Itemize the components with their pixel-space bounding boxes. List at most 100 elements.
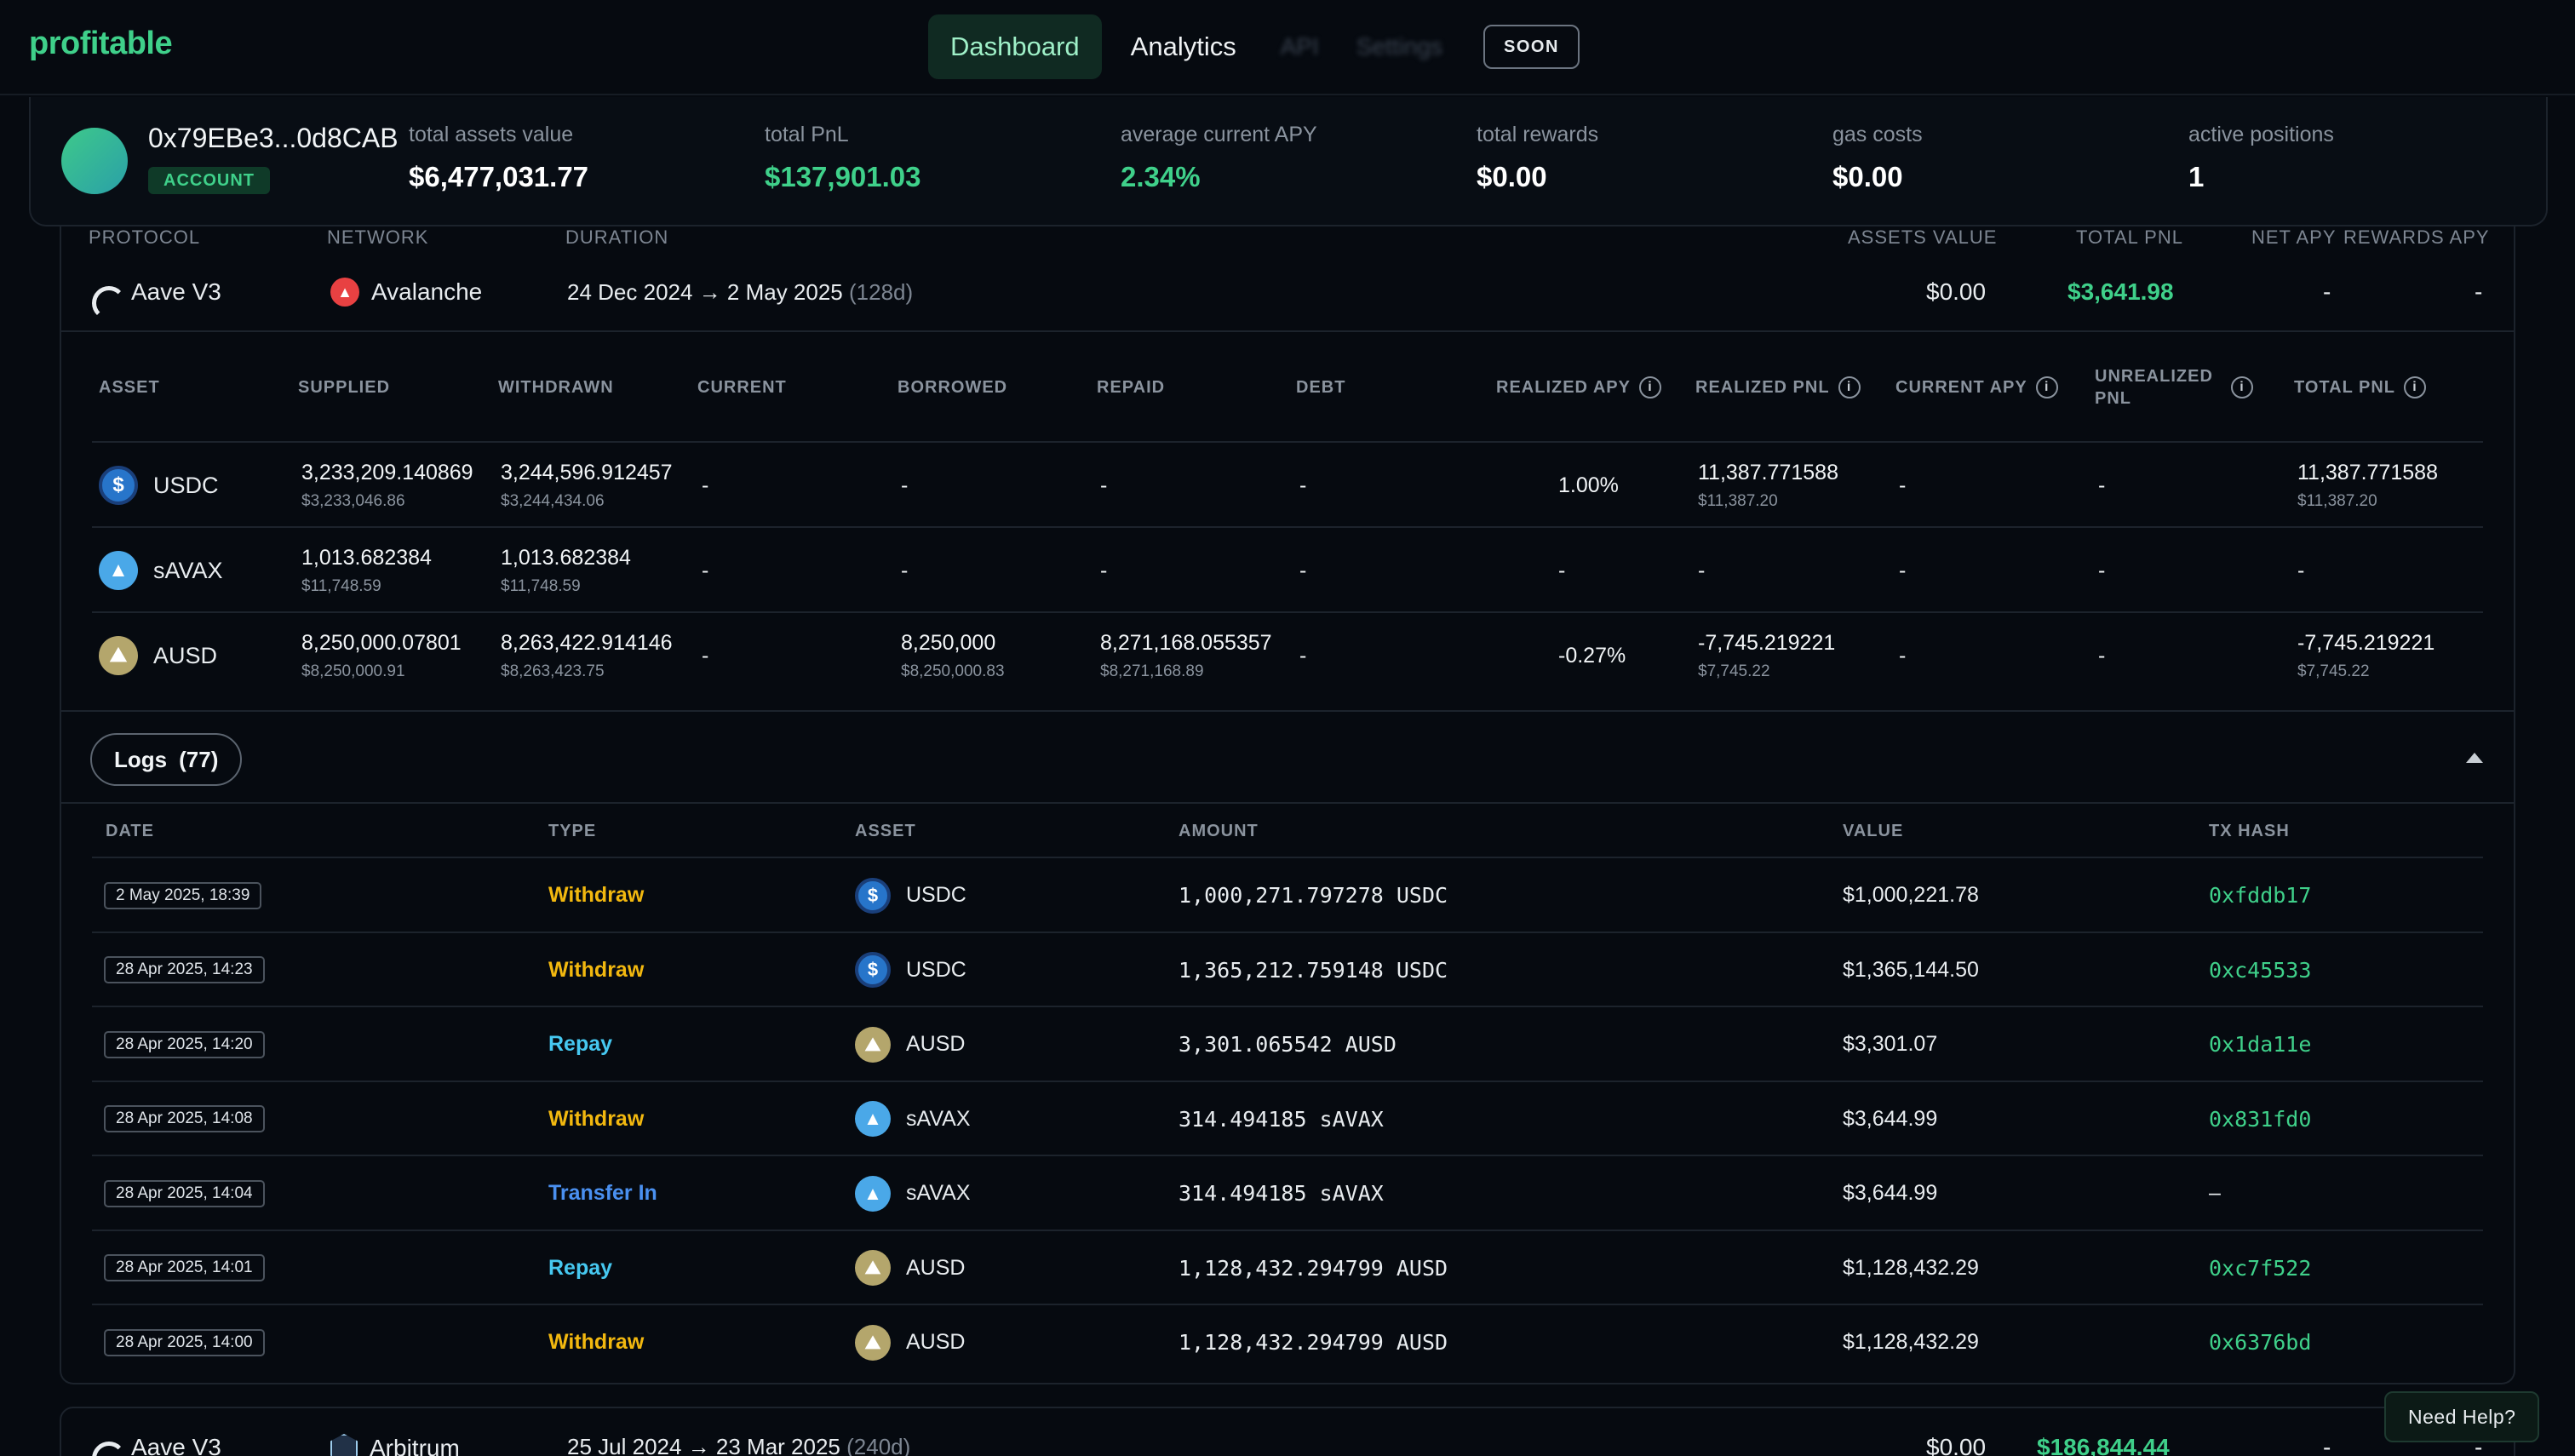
- log-row: 28 Apr 2025, 14:20 Repay ⛰ AUSD 3,301.065…: [92, 1007, 2483, 1082]
- col-protocol: PROTOCOL: [89, 226, 201, 248]
- log-type: Withdraw: [548, 883, 645, 907]
- tab-dashboard[interactable]: Dashboard: [928, 14, 1102, 79]
- chevron-up-icon[interactable]: [2466, 753, 2483, 763]
- position-total-pnl: $186,844.44: [2037, 1434, 2170, 1456]
- position-net-apy: -: [2323, 1434, 2331, 1456]
- duration-days: (128d): [849, 278, 914, 305]
- position-total-pnl: $3,641.98: [2067, 278, 2174, 305]
- supplied-usd: $8,250,000.91: [301, 662, 405, 680]
- withdrawn-amount: 1,013.682384: [501, 545, 631, 570]
- log-row: 2 May 2025, 18:39 Withdraw $ USDC 1,000,2…: [92, 858, 2483, 933]
- col-asset: ASSET: [99, 377, 160, 397]
- log-date: 28 Apr 2025, 14:08: [104, 1105, 265, 1132]
- unrealized-pnl: -: [2098, 643, 2106, 668]
- account-address[interactable]: 0x79EBe3...0d8CAB: [148, 123, 399, 154]
- savax-icon: ▲: [855, 1101, 891, 1137]
- log-tx-hash-link[interactable]: 0xfddb17: [2209, 858, 2311, 932]
- current-apy: -: [1899, 473, 1907, 497]
- soon-badge: SOON: [1483, 25, 1580, 69]
- current-amount: -: [702, 473, 709, 497]
- protocol-name: Aave V3: [131, 278, 221, 305]
- position-rewards-apy: -: [2475, 278, 2483, 305]
- log-tx-hash-link[interactable]: 0x1da11e: [2209, 1007, 2311, 1081]
- unrealized-pnl: -: [2098, 473, 2106, 497]
- asset-cell: ⛰ AUSD: [99, 613, 217, 698]
- position-network: Arbitrum: [330, 1434, 460, 1456]
- info-icon[interactable]: i: [2404, 376, 2426, 398]
- logs-label: Logs: [114, 746, 168, 772]
- realized-apy-cell: -0.27%: [1558, 613, 1626, 698]
- repaid-usd: $8,271,168.89: [1100, 662, 1204, 680]
- log-asset: USDC: [906, 957, 966, 982]
- asset-row-ausd: ⛰ AUSD 8,250,000.07801 $8,250,000.91 8,263…: [92, 613, 2483, 698]
- log-tx-hash-link[interactable]: 0x6376bd: [2209, 1305, 2311, 1379]
- col-total-pnl: TOTAL PNL: [2076, 226, 2183, 248]
- supplied-cell: 1,013.682384 $11,748.59: [301, 528, 432, 613]
- unrealized-pnl: -: [2098, 558, 2106, 582]
- need-help-button[interactable]: Need Help?: [2384, 1391, 2540, 1442]
- log-value: $1,128,432.29: [1843, 1255, 1979, 1280]
- asset-name: USDC: [153, 472, 219, 498]
- asset-row-savax: ▲ sAVAX 1,013.682384 $11,748.59 1,013.6823…: [92, 528, 2483, 613]
- col-current-apy: CURRENT APY i: [1895, 332, 2058, 443]
- current-amount: -: [702, 643, 709, 668]
- position-protocol: Aave V3: [90, 1434, 221, 1456]
- log-type: Repay: [548, 1032, 613, 1056]
- stat-label: gas costs: [1832, 123, 1923, 146]
- info-icon[interactable]: i: [1838, 376, 1861, 398]
- log-asset: AUSD: [906, 1255, 966, 1280]
- tab-analytics[interactable]: Analytics: [1109, 14, 1259, 79]
- realized-apy-cell: 1.00%: [1558, 443, 1619, 528]
- log-row: 28 Apr 2025, 14:04 Transfer In ▲ sAVAX 31…: [92, 1156, 2483, 1231]
- position-duration: 25 Jul 2024 → 23 Mar 2025 (240d): [567, 1434, 910, 1456]
- log-amount: 314.494185 sAVAX: [1179, 1181, 1384, 1206]
- aave-icon: [90, 1438, 121, 1456]
- current-apy-cell: -: [1899, 613, 1906, 698]
- total-pnl-usd: $7,745.22: [2297, 662, 2370, 680]
- log-tx-hash-link[interactable]: 0xc7f522: [2209, 1231, 2311, 1305]
- asset-name: sAVAX: [153, 557, 223, 583]
- repaid-amount: -: [1100, 473, 1108, 497]
- log-tx-hash-link[interactable]: 0x831fd0: [2209, 1082, 2311, 1156]
- network-name: Avalanche: [371, 278, 483, 305]
- supplied-cell: 3,233,209.140869 $3,233,046.86: [301, 443, 473, 528]
- asset-name: AUSD: [153, 642, 218, 668]
- log-date: 28 Apr 2025, 14:01: [104, 1254, 265, 1281]
- current-cell: -: [702, 528, 708, 613]
- info-icon[interactable]: i: [2035, 376, 2058, 398]
- stat-label: total assets value: [409, 123, 574, 146]
- log-amount: 314.494185 sAVAX: [1179, 1106, 1384, 1132]
- realized-pnl-cell: -: [1698, 528, 1705, 613]
- col-value: VALUE: [1843, 821, 1904, 840]
- aave-icon: [90, 283, 121, 301]
- supplied-amount: 3,233,209.140869: [301, 460, 473, 484]
- ausd-icon: ⛰: [99, 636, 138, 675]
- stat-value: 2.34%: [1121, 161, 1201, 192]
- position-card-2[interactable]: Aave V3 Arbitrum 25 Jul 2024 → 23 Mar 20…: [60, 1407, 2515, 1456]
- logs-table-header: DATE TYPE ASSET AMOUNT VALUE TX HASH: [92, 804, 2483, 858]
- savax-icon: ▲: [855, 1175, 891, 1212]
- realized-apy: -0.27%: [1558, 643, 1626, 668]
- col-repaid: REPAID: [1097, 377, 1166, 397]
- borrowed-amount: 8,250,000: [901, 630, 996, 655]
- log-tx-hash-link[interactable]: 0xc45533: [2209, 933, 2311, 1007]
- protocol-name: Aave V3: [131, 1434, 221, 1456]
- realized-apy-cell: -: [1558, 528, 1565, 613]
- logs-toggle-button[interactable]: Logs (77): [90, 733, 243, 786]
- brand-logo[interactable]: profitable: [29, 26, 173, 62]
- col-label: TOTAL PNL: [2294, 377, 2395, 397]
- col-network: NETWORK: [327, 226, 429, 248]
- info-icon[interactable]: i: [1638, 376, 1661, 398]
- col-tx-hash: TX HASH: [2209, 821, 2290, 840]
- position-row[interactable]: Aave V3 ▲ Avalanche 24 Dec 2024 → 2 May …: [61, 252, 2514, 332]
- unrealized-pnl-cell: -: [2098, 613, 2105, 698]
- col-label: UNREALIZED PNL: [2095, 367, 2213, 408]
- stat-value: 1: [2188, 161, 2205, 192]
- log-type: Withdraw: [548, 1106, 645, 1131]
- current-apy: -: [1899, 558, 1907, 582]
- withdrawn-usd: $11,748.59: [501, 576, 581, 595]
- repaid-cell: -: [1100, 443, 1107, 528]
- info-icon[interactable]: i: [2231, 376, 2253, 398]
- borrowed-amount: -: [901, 558, 909, 582]
- log-row: 28 Apr 2025, 14:23 Withdraw $ USDC 1,365,…: [92, 933, 2483, 1007]
